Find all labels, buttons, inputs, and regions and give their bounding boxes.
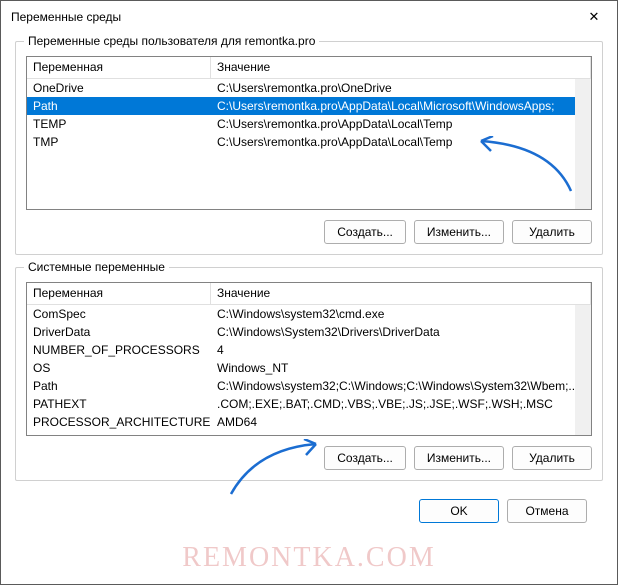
user-group-label: Переменные среды пользователя для remont…	[24, 34, 319, 48]
table-row[interactable]: TMPC:\Users\remontka.pro\AppData\Local\T…	[27, 133, 591, 151]
cell-value: Windows_NT	[211, 360, 591, 376]
cell-variable: OneDrive	[27, 80, 211, 96]
user-buttons-row: Создать... Изменить... Удалить	[26, 220, 592, 244]
user-table-body: OneDriveC:\Users\remontka.pro\OneDrivePa…	[27, 79, 591, 151]
system-variables-table[interactable]: Переменная Значение ComSpecC:\Windows\sy…	[26, 282, 592, 436]
cell-value: C:\Users\remontka.pro\AppData\Local\Temp	[211, 134, 591, 150]
user-table-header: Переменная Значение	[27, 57, 591, 79]
cell-variable: Path	[27, 378, 211, 394]
system-table-header: Переменная Значение	[27, 283, 591, 305]
cell-value: AMD64	[211, 414, 591, 430]
cell-value: C:\Users\remontka.pro\AppData\Local\Temp	[211, 116, 591, 132]
table-row[interactable]: OneDriveC:\Users\remontka.pro\OneDrive	[27, 79, 591, 97]
scrollbar[interactable]	[575, 79, 591, 209]
table-row[interactable]: DriverDataC:\Windows\System32\Drivers\Dr…	[27, 323, 591, 341]
cell-variable: Path	[27, 98, 211, 114]
cell-variable: TEMP	[27, 116, 211, 132]
system-table-body: ComSpecC:\Windows\system32\cmd.exeDriver…	[27, 305, 591, 431]
titlebar[interactable]: Переменные среды ✕	[1, 1, 617, 33]
dialog-content: Переменные среды пользователя для remont…	[1, 33, 617, 535]
system-buttons-row: Создать... Изменить... Удалить	[26, 446, 592, 470]
cell-variable: PROCESSOR_ARCHITECTURE	[27, 414, 211, 430]
cell-value: C:\Windows\system32;C:\Windows;C:\Window…	[211, 378, 591, 394]
cell-variable: NUMBER_OF_PROCESSORS	[27, 342, 211, 358]
cell-variable: PATHEXT	[27, 396, 211, 412]
col-value[interactable]: Значение	[211, 283, 591, 305]
env-vars-dialog: Переменные среды ✕ Переменные среды поль…	[0, 0, 618, 585]
table-row[interactable]: TEMPC:\Users\remontka.pro\AppData\Local\…	[27, 115, 591, 133]
ok-button[interactable]: OK	[419, 499, 499, 523]
cell-value: 4	[211, 342, 591, 358]
cell-value: C:\Windows\system32\cmd.exe	[211, 306, 591, 322]
cell-value: C:\Windows\System32\Drivers\DriverData	[211, 324, 591, 340]
user-variables-table[interactable]: Переменная Значение OneDriveC:\Users\rem…	[26, 56, 592, 210]
table-row[interactable]: PathC:\Windows\system32;C:\Windows;C:\Wi…	[27, 377, 591, 395]
user-variables-group: Переменные среды пользователя для remont…	[15, 41, 603, 255]
col-value[interactable]: Значение	[211, 57, 591, 79]
col-variable[interactable]: Переменная	[27, 57, 211, 79]
cell-value: C:\Users\remontka.pro\OneDrive	[211, 80, 591, 96]
cell-variable: DriverData	[27, 324, 211, 340]
col-variable[interactable]: Переменная	[27, 283, 211, 305]
table-row[interactable]: PATHEXT.COM;.EXE;.BAT;.CMD;.VBS;.VBE;.JS…	[27, 395, 591, 413]
user-create-button[interactable]: Создать...	[324, 220, 406, 244]
system-delete-button[interactable]: Удалить	[512, 446, 592, 470]
cell-value: .COM;.EXE;.BAT;.CMD;.VBS;.VBE;.JS;.JSE;.…	[211, 396, 591, 412]
watermark: REMONTKA.COM	[182, 542, 435, 574]
system-group-label: Системные переменные	[24, 260, 169, 274]
cell-variable: TMP	[27, 134, 211, 150]
user-delete-button[interactable]: Удалить	[512, 220, 592, 244]
user-edit-button[interactable]: Изменить...	[414, 220, 504, 244]
table-row[interactable]: PathC:\Users\remontka.pro\AppData\Local\…	[27, 97, 591, 115]
table-row[interactable]: NUMBER_OF_PROCESSORS4	[27, 341, 591, 359]
window-title: Переменные среды	[11, 10, 121, 24]
cell-variable: ComSpec	[27, 306, 211, 322]
cell-value: C:\Users\remontka.pro\AppData\Local\Micr…	[211, 98, 591, 114]
table-row[interactable]: PROCESSOR_ARCHITECTUREAMD64	[27, 413, 591, 431]
table-row[interactable]: ComSpecC:\Windows\system32\cmd.exe	[27, 305, 591, 323]
close-button[interactable]: ✕	[571, 1, 617, 33]
scrollbar[interactable]	[575, 305, 591, 435]
cell-variable: OS	[27, 360, 211, 376]
system-variables-group: Системные переменные Переменная Значение…	[15, 267, 603, 481]
dialog-buttons: OK Отмена	[15, 493, 603, 523]
system-create-button[interactable]: Создать...	[324, 446, 406, 470]
system-edit-button[interactable]: Изменить...	[414, 446, 504, 470]
table-row[interactable]: OSWindows_NT	[27, 359, 591, 377]
close-icon: ✕	[589, 9, 600, 25]
cancel-button[interactable]: Отмена	[507, 499, 587, 523]
